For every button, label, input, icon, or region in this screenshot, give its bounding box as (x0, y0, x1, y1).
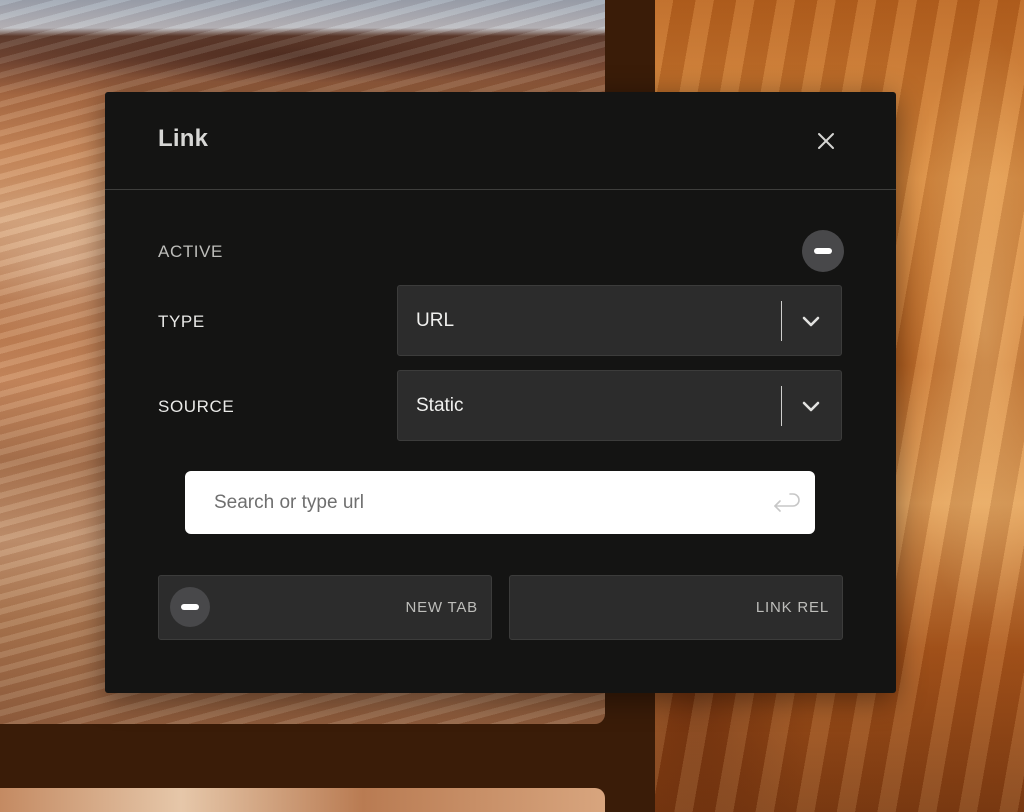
select-divider (781, 301, 782, 341)
enter-return-icon[interactable] (771, 491, 801, 517)
type-select-value: URL (416, 310, 455, 331)
select-divider (781, 386, 782, 426)
source-select[interactable]: Static (397, 370, 842, 441)
chevron-down-icon (802, 401, 820, 412)
url-search-input[interactable] (185, 471, 815, 534)
source-label: SOURCE (158, 397, 235, 416)
source-select-value: Static (416, 395, 464, 416)
link-rel-option[interactable]: LINK REL (509, 575, 843, 640)
new-tab-label: NEW TAB (405, 599, 478, 616)
close-icon (818, 133, 834, 149)
link-rel-label: LINK REL (755, 599, 829, 616)
minus-icon (181, 604, 199, 610)
minus-icon (814, 248, 832, 254)
link-dialog: Link ACTIVE TYPE URL SOURCE Static Searc… (105, 92, 896, 693)
page: Link ACTIVE TYPE URL SOURCE Static Searc… (0, 0, 1024, 812)
active-label: ACTIVE (158, 242, 224, 261)
type-label: TYPE (158, 312, 205, 331)
dialog-header: Link (105, 92, 896, 190)
active-toggle[interactable] (802, 230, 844, 272)
new-tab-toggle[interactable] (170, 587, 210, 627)
type-select[interactable]: URL (397, 285, 842, 356)
desert-photo-bottom (0, 788, 605, 812)
dialog-title: Link (158, 125, 209, 152)
new-tab-option[interactable]: NEW TAB (158, 575, 492, 640)
close-button[interactable] (811, 126, 841, 156)
chevron-down-icon (802, 316, 820, 327)
